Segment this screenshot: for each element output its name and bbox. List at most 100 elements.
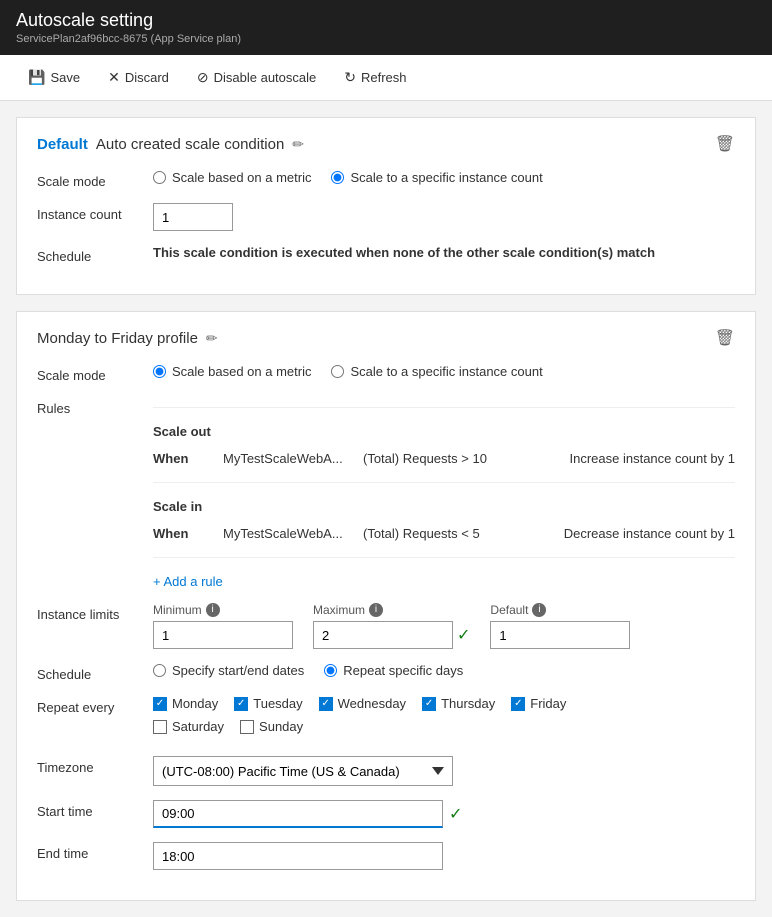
maximum-label: Maximum i bbox=[313, 603, 470, 617]
monday-check[interactable]: ✓ Monday bbox=[153, 696, 218, 711]
scale-to-instance-option[interactable]: Scale to a specific instance count bbox=[331, 170, 542, 185]
default-input[interactable] bbox=[490, 621, 630, 649]
default-info-icon: i bbox=[532, 603, 546, 617]
timezone-content: (UTC-08:00) Pacific Time (US & Canada) bbox=[153, 756, 735, 786]
end-time-input[interactable] bbox=[153, 842, 443, 870]
minimum-info-icon: i bbox=[206, 603, 220, 617]
default-label: Default bbox=[37, 136, 88, 153]
default-scale-mode-row: Scale mode Scale based on a metric Scale… bbox=[37, 170, 735, 189]
saturday-check[interactable]: Saturday bbox=[153, 719, 224, 734]
timezone-label: Timezone bbox=[37, 756, 137, 775]
discard-button[interactable]: ✕ Discard bbox=[96, 63, 181, 92]
repeat-days-option[interactable]: Repeat specific days bbox=[324, 663, 463, 678]
default-schedule-row: Schedule This scale condition is execute… bbox=[37, 245, 735, 264]
instance-limits-content: Minimum i Maximum i bbox=[153, 603, 735, 649]
maximum-group: Maximum i ✓ bbox=[313, 603, 470, 649]
minimum-label: Minimum i bbox=[153, 603, 293, 617]
default-instance-count-row: Instance count bbox=[37, 203, 735, 231]
wednesday-label: Wednesday bbox=[338, 696, 406, 711]
save-icon: 💾 bbox=[28, 69, 45, 86]
profile-instance-radio[interactable] bbox=[331, 365, 344, 378]
profile-delete-icon[interactable]: 🗑 bbox=[715, 328, 735, 348]
rules-content: Scale out When MyTestScaleWebA... (Total… bbox=[153, 397, 735, 589]
saturday-label: Saturday bbox=[172, 719, 224, 734]
profile-scale-mode-options: Scale based on a metric Scale to a speci… bbox=[153, 364, 735, 379]
scale-mode-label: Scale mode bbox=[37, 170, 137, 189]
default-card-header: Default Auto created scale condition ✏ 🗑 bbox=[37, 134, 735, 154]
rules-row: Rules Scale out When MyTestScaleWebA... … bbox=[37, 397, 735, 589]
default-delete-icon[interactable]: 🗑 bbox=[715, 134, 735, 154]
scale-out-metric: (Total) Requests > 10 bbox=[363, 451, 535, 466]
scale-on-metric-radio[interactable] bbox=[153, 171, 166, 184]
scale-in-metric: (Total) Requests < 5 bbox=[363, 526, 535, 541]
save-button[interactable]: 💾 Save bbox=[16, 63, 92, 92]
repeat-every-content: ✓ Monday ✓ Tuesday ✓ Wednesday bbox=[153, 696, 735, 742]
specify-dates-option[interactable]: Specify start/end dates bbox=[153, 663, 304, 678]
tuesday-check[interactable]: ✓ Tuesday bbox=[234, 696, 302, 711]
repeat-every-row: Repeat every ✓ Monday ✓ Tuesday ✓ bbox=[37, 696, 735, 742]
thursday-checkbox: ✓ bbox=[422, 697, 436, 711]
default-edit-icon[interactable]: ✏ bbox=[292, 136, 304, 153]
monday-checkbox: ✓ bbox=[153, 697, 167, 711]
start-time-input[interactable] bbox=[153, 800, 443, 828]
default-schedule-text: This scale condition is executed when no… bbox=[153, 245, 655, 260]
profile-metric-option[interactable]: Scale based on a metric bbox=[153, 364, 311, 379]
thursday-check[interactable]: ✓ Thursday bbox=[422, 696, 495, 711]
friday-check[interactable]: ✓ Friday bbox=[511, 696, 566, 711]
thursday-label: Thursday bbox=[441, 696, 495, 711]
specify-dates-radio[interactable] bbox=[153, 664, 166, 677]
scale-to-instance-radio[interactable] bbox=[331, 171, 344, 184]
minimum-input-wrap bbox=[153, 621, 293, 649]
rules-label: Rules bbox=[37, 397, 137, 416]
minimum-input[interactable] bbox=[153, 621, 293, 649]
scale-out-action: Increase instance count by 1 bbox=[555, 451, 735, 466]
default-schedule-content: This scale condition is executed when no… bbox=[153, 245, 735, 260]
timezone-row: Timezone (UTC-08:00) Pacific Time (US & … bbox=[37, 756, 735, 786]
tuesday-checkbox: ✓ bbox=[234, 697, 248, 711]
scale-in-resource: MyTestScaleWebA... bbox=[223, 526, 343, 541]
default-title-text: Auto created scale condition bbox=[96, 136, 284, 153]
scale-on-metric-option[interactable]: Scale based on a metric bbox=[153, 170, 311, 185]
scale-out-when: When bbox=[153, 451, 203, 466]
refresh-icon: ↻ bbox=[344, 69, 356, 86]
add-rule-button[interactable]: + Add a rule bbox=[153, 574, 223, 589]
profile-scale-mode-row: Scale mode Scale based on a metric Scale… bbox=[37, 364, 735, 383]
timezone-select[interactable]: (UTC-08:00) Pacific Time (US & Canada) bbox=[153, 756, 453, 786]
profile-title-text: Monday to Friday profile bbox=[37, 330, 198, 347]
days-row-bottom: Saturday Sunday bbox=[153, 719, 735, 734]
toolbar: 💾 Save ✕ Discard ⊘ Disable autoscale ↻ R… bbox=[0, 55, 772, 101]
disable-autoscale-button[interactable]: ⊘ Disable autoscale bbox=[185, 63, 328, 92]
profile-metric-radio[interactable] bbox=[153, 365, 166, 378]
instance-limits-label: Instance limits bbox=[37, 603, 137, 622]
instance-count-label: Instance count bbox=[37, 203, 137, 222]
scale-out-label: Scale out bbox=[153, 418, 735, 445]
monday-label: Monday bbox=[172, 696, 218, 711]
repeat-days-radio[interactable] bbox=[324, 664, 337, 677]
wednesday-check[interactable]: ✓ Wednesday bbox=[319, 696, 406, 711]
profile-instance-option[interactable]: Scale to a specific instance count bbox=[331, 364, 542, 379]
scale-in-rule: When MyTestScaleWebA... (Total) Requests… bbox=[153, 520, 735, 547]
saturday-checkbox bbox=[153, 720, 167, 734]
default-schedule-label: Schedule bbox=[37, 245, 137, 264]
scale-out-resource: MyTestScaleWebA... bbox=[223, 451, 343, 466]
discard-icon: ✕ bbox=[108, 69, 120, 86]
start-time-row: Start time ✓ bbox=[37, 800, 735, 828]
refresh-button[interactable]: ↻ Refresh bbox=[332, 63, 418, 92]
maximum-input[interactable] bbox=[313, 621, 453, 649]
friday-label: Friday bbox=[530, 696, 566, 711]
scale-in-when: When bbox=[153, 526, 203, 541]
scale-in-label: Scale in bbox=[153, 493, 735, 520]
profile-schedule-row: Schedule Specify start/end dates Repeat … bbox=[37, 663, 735, 682]
sunday-check[interactable]: Sunday bbox=[240, 719, 303, 734]
profile-scale-mode-label: Scale mode bbox=[37, 364, 137, 383]
default-limit-label: Default i bbox=[490, 603, 630, 617]
sunday-checkbox bbox=[240, 720, 254, 734]
minimum-group: Minimum i bbox=[153, 603, 293, 649]
profile-edit-icon[interactable]: ✏ bbox=[206, 330, 218, 347]
sunday-label: Sunday bbox=[259, 719, 303, 734]
days-row-top: ✓ Monday ✓ Tuesday ✓ Wednesday bbox=[153, 696, 735, 711]
instance-count-input[interactable] bbox=[153, 203, 233, 231]
page-title: Autoscale setting bbox=[16, 10, 756, 31]
start-time-check-icon: ✓ bbox=[449, 804, 462, 824]
default-input-wrap bbox=[490, 621, 630, 649]
